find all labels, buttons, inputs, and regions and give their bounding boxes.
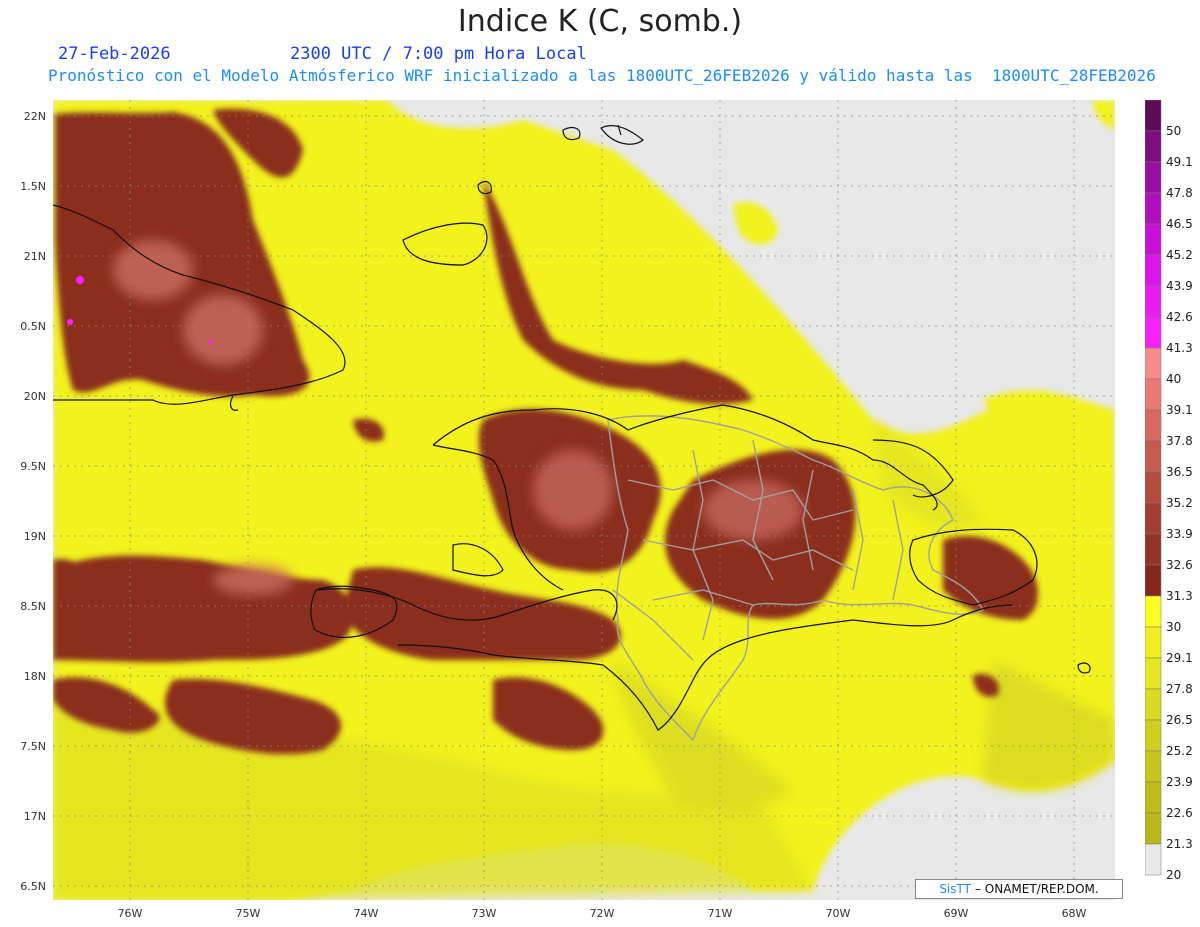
lon-label-71w: 71W	[707, 907, 733, 920]
lon-label-74w: 74W	[353, 907, 379, 920]
colorbar-label: 30	[1166, 620, 1182, 634]
lat-label-19-5n: 9.5N	[20, 460, 46, 473]
colorbar-label: 50	[1166, 124, 1182, 138]
colorbar-label: 43.9	[1166, 279, 1193, 293]
forecast-date: 27-Feb-2026	[58, 44, 171, 64]
colorbar-swatch	[1145, 192, 1162, 225]
colorbar-label: 47.8	[1166, 186, 1193, 200]
lat-label-22n: 22N	[23, 110, 46, 123]
colorbar-swatch	[1145, 533, 1162, 566]
lon-label-73w: 73W	[471, 907, 497, 920]
lat-label-16-5n: 6.5N	[20, 880, 46, 893]
colorbar-swatch	[1145, 316, 1162, 349]
colorbar-label: 26.5	[1166, 713, 1193, 727]
lon-label-68w: 68W	[1061, 907, 1087, 920]
lat-label-17-5n: 7.5N	[20, 740, 46, 753]
colorbar-swatch	[1145, 595, 1162, 628]
colorbar-swatch	[1145, 378, 1162, 411]
colorbar-swatch	[1145, 502, 1162, 535]
colorbar-swatch	[1145, 347, 1162, 380]
colorbar-label: 35.2	[1166, 496, 1193, 510]
colorbar-label: 29.1	[1166, 651, 1193, 665]
colorbar-swatch	[1145, 285, 1162, 318]
colorbar-label: 37.8	[1166, 434, 1193, 448]
colorbar-label: 39.1	[1166, 403, 1193, 417]
colorbar-swatch	[1145, 440, 1162, 473]
credit-brand: SisTT	[939, 882, 971, 896]
colorbar-label: 20	[1166, 868, 1182, 882]
forecast-time: 2300 UTC / 7:00 pm Hora Local	[290, 44, 587, 64]
colorbar-swatch	[1145, 130, 1162, 163]
colorbar-label: 40	[1166, 372, 1182, 386]
lat-label-17n: 17N	[23, 810, 46, 823]
colorbar-swatch	[1145, 688, 1162, 721]
lat-label-20-5n: 0.5N	[20, 320, 46, 333]
k-index-map	[53, 100, 1115, 900]
colorbar-label: 32.6	[1166, 558, 1193, 572]
forecast-subtitle: Pronóstico con el Modelo Atmósferico WRF…	[48, 66, 1156, 85]
lat-label-18-5n: 8.5N	[20, 600, 46, 613]
colorbar-label: 36.5	[1166, 465, 1193, 479]
colorbar-swatch	[1145, 781, 1162, 814]
colorbar-label: 27.8	[1166, 682, 1193, 696]
colorbar-swatch	[1145, 812, 1162, 845]
colorbar-label: 45.2	[1166, 248, 1193, 262]
colorbar-label: 23.9	[1166, 775, 1193, 789]
colorbar-swatch	[1145, 750, 1162, 783]
lat-label-19n: 19N	[23, 530, 46, 543]
lat-label-21n: 21N	[23, 250, 46, 263]
colorbar-swatch	[1145, 626, 1162, 659]
colorbar-swatch	[1145, 161, 1162, 194]
lat-label-21-5n: 1.5N	[20, 180, 46, 193]
colorbar-label: 42.6	[1166, 310, 1193, 324]
colorbar-swatch	[1145, 719, 1162, 752]
colorbar-label: 21.3	[1166, 837, 1193, 851]
colorbar-label: 22.6	[1166, 806, 1193, 820]
colorbar-swatch	[1145, 471, 1162, 504]
colorbar-swatch	[1145, 100, 1162, 132]
colorbar	[1145, 100, 1162, 876]
colorbar-swatch	[1145, 564, 1162, 597]
colorbar-swatch	[1145, 843, 1162, 876]
colorbar-swatch	[1145, 223, 1162, 256]
map-title: Indice K (C, somb.)	[457, 4, 743, 39]
colorbar-label: 33.9	[1166, 527, 1193, 541]
colorbar-label: 25.2	[1166, 744, 1193, 758]
colorbar-label: 31.3	[1166, 589, 1193, 603]
credit-box: SisTT – ONAMET/REP.DOM.	[915, 879, 1123, 899]
lon-label-69w: 69W	[943, 907, 969, 920]
colorbar-label: 46.5	[1166, 217, 1193, 231]
colorbar-label: 41.3	[1166, 341, 1193, 355]
colorbar-label: 49.1	[1166, 155, 1193, 169]
colorbar-swatch	[1145, 657, 1162, 690]
lon-label-70w: 70W	[825, 907, 851, 920]
colorbar-swatch	[1145, 409, 1162, 442]
lat-label-18n: 18N	[23, 670, 46, 683]
lon-label-76w: 76W	[117, 907, 143, 920]
credit-org: – ONAMET/REP.DOM.	[974, 882, 1099, 896]
lat-label-20n: 20N	[23, 390, 46, 403]
lon-label-75w: 75W	[235, 907, 261, 920]
colorbar-swatch	[1145, 254, 1162, 287]
lon-label-72w: 72W	[589, 907, 615, 920]
